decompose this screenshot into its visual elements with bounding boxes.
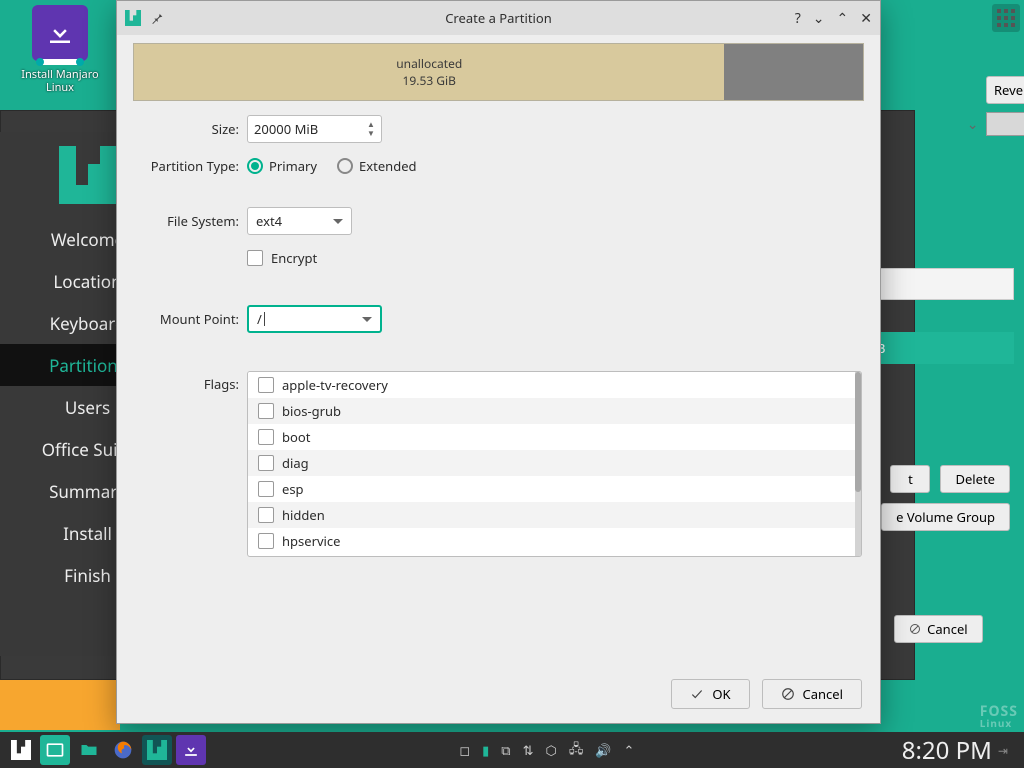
checkbox-icon	[258, 455, 274, 471]
session-icon[interactable]: ⇥	[998, 742, 1008, 759]
filesystem-combo[interactable]: ext4	[247, 207, 352, 235]
ok-button[interactable]: OK	[671, 679, 749, 709]
remaining-segment	[724, 44, 863, 100]
encrypt-checkbox[interactable]: Encrypt	[247, 249, 317, 267]
checkbox-icon	[258, 403, 274, 419]
check-icon	[690, 687, 704, 701]
taskbar: ◻ ▮ ⧉ ⇅ ⬡ 🖧 🔊 ⌃ 8:20 PM ⇥	[0, 732, 1024, 768]
dialog-title: Create a Partition	[117, 9, 880, 27]
parent-cancel-button[interactable]: Cancel	[894, 615, 982, 643]
tray-network-icon[interactable]: 🖧	[569, 739, 584, 762]
running-manjaro-icon[interactable]	[142, 735, 172, 765]
radio-icon	[337, 158, 353, 174]
cancel-icon	[781, 687, 795, 701]
flag-item[interactable]: esp	[248, 476, 855, 502]
ptype-label: Partition Type:	[135, 157, 247, 175]
download-icon	[32, 5, 88, 61]
system-tray: ◻ ▮ ⧉ ⇅ ⬡ 🖧 🔊 ⌃	[459, 739, 634, 762]
dialog-footer: OK Cancel	[117, 665, 880, 723]
checkbox-icon	[258, 507, 274, 523]
size-label: Size:	[135, 120, 247, 138]
size-spinbox[interactable]: 20000 MiB ▲▼	[247, 115, 382, 143]
desktop: Install Manjaro Linux ⌄ ⌃ ✕ Welcome Loca…	[0, 0, 1024, 768]
start-menu-icon[interactable]	[6, 735, 36, 765]
delete-button[interactable]: Delete	[940, 465, 1010, 493]
tray-chevron-icon[interactable]: ⌃	[624, 741, 635, 759]
running-installer-icon[interactable]	[176, 735, 206, 765]
cancel-icon	[909, 623, 921, 635]
checkbox-icon	[258, 377, 274, 393]
dialog-titlebar[interactable]: Create a Partition ? ⌄ ⌃ ✕	[117, 1, 880, 35]
maximize-icon[interactable]: ⌃	[837, 9, 849, 28]
close-icon[interactable]: ✕	[860, 9, 872, 28]
flags-listbox[interactable]: apple-tv-recovery bios-grub boot diag es…	[247, 371, 862, 557]
scrollbar[interactable]	[855, 372, 861, 556]
firefox-icon[interactable]	[108, 735, 138, 765]
tray-volume-icon[interactable]: 🔊	[595, 741, 611, 759]
cancel-button[interactable]: Cancel	[762, 679, 862, 709]
flag-item[interactable]: hpservice	[248, 528, 855, 554]
desktop-install-label: Install Manjaro Linux	[18, 69, 102, 94]
desktop-install-icon[interactable]: Install Manjaro Linux	[18, 5, 102, 94]
create-partition-dialog: Create a Partition ? ⌄ ⌃ ✕ unallocated 1…	[116, 0, 881, 724]
help-icon[interactable]: ?	[795, 9, 801, 28]
checkbox-icon	[258, 481, 274, 497]
mount-label: Mount Point:	[135, 310, 247, 328]
flag-item[interactable]: boot	[248, 424, 855, 450]
apps-grid-icon[interactable]	[992, 4, 1020, 32]
checkbox-icon	[258, 429, 274, 445]
partition-preview-bar: unallocated 19.53 GiB	[133, 43, 864, 101]
foss-watermark: FOSSLinux	[980, 706, 1018, 728]
minimize-icon[interactable]: ⌄	[813, 9, 825, 28]
tray-clipboard-icon[interactable]: ▮	[482, 741, 489, 759]
tray-display-icon[interactable]: ⧉	[501, 741, 510, 759]
tray-usb-icon[interactable]: ⇅	[523, 741, 534, 759]
taskbar-clock[interactable]: 8:20 PM ⇥	[892, 734, 1018, 767]
flag-item[interactable]: bios-grub	[248, 398, 855, 424]
radio-primary[interactable]: Primary	[247, 157, 317, 175]
edit-button-fragment[interactable]: t	[890, 465, 930, 493]
fs-label: File System:	[135, 212, 247, 230]
tray-desktop-icon[interactable]: ◻	[459, 741, 470, 759]
spin-buttons[interactable]: ▲▼	[363, 118, 379, 140]
file-manager-icon[interactable]	[74, 735, 104, 765]
revert-all-button[interactable]: Revert All Changes	[986, 76, 1024, 104]
radio-extended[interactable]: Extended	[337, 157, 417, 175]
mountpoint-combo[interactable]: /	[247, 305, 382, 333]
task-view-icon[interactable]	[40, 735, 70, 765]
flag-item[interactable]: diag	[248, 450, 855, 476]
minimize-icon[interactable]: ⌄	[967, 115, 979, 134]
tray-shield-icon[interactable]: ⬡	[545, 741, 556, 759]
volume-group-button[interactable]: e Volume Group	[881, 503, 1010, 531]
flag-item[interactable]: hidden	[248, 502, 855, 528]
radio-icon	[247, 158, 263, 174]
unallocated-segment: unallocated 19.53 GiB	[134, 44, 724, 100]
checkbox-icon	[258, 533, 274, 549]
flags-label: Flags:	[135, 371, 247, 393]
checkbox-icon	[247, 250, 263, 266]
flag-item[interactable]: apple-tv-recovery	[248, 372, 855, 398]
storage-device-bar	[986, 112, 1024, 136]
